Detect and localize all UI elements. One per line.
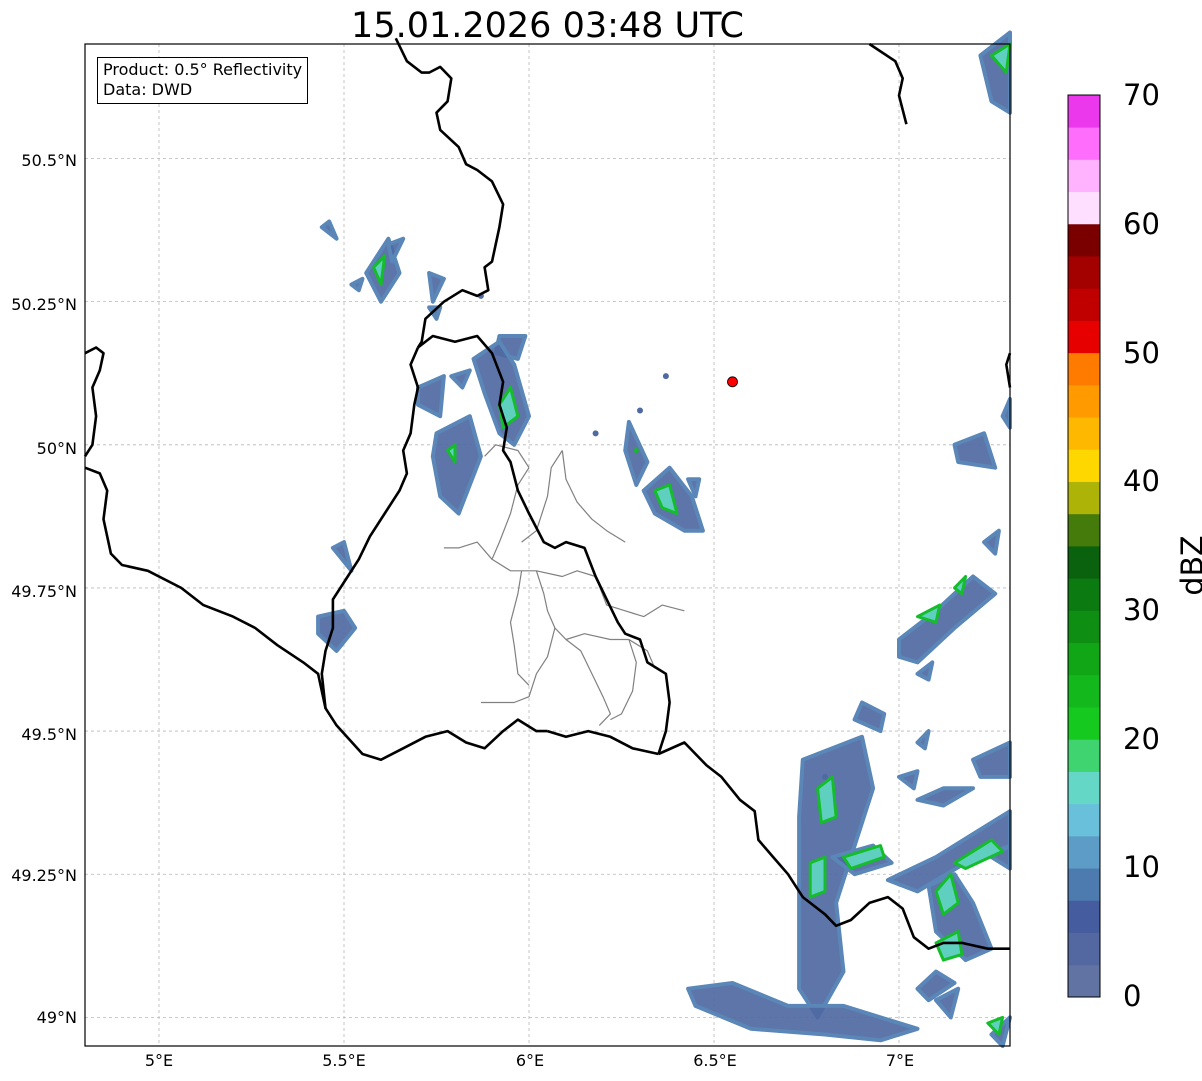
radar-echo — [319, 219, 339, 241]
colorbar-segment — [1068, 256, 1100, 289]
radar-echo — [592, 430, 599, 437]
radar-echo — [897, 574, 998, 665]
colorbar-segment — [1068, 384, 1100, 418]
colorbar-segment — [1068, 288, 1100, 321]
district-border — [521, 450, 563, 543]
colorbar-segment — [1068, 739, 1100, 772]
district-border — [491, 467, 596, 578]
colorbar-segment — [1068, 803, 1100, 837]
info-product: Product: 0.5° Reflectivity — [103, 60, 303, 79]
radar-echo-core — [633, 448, 639, 454]
colorbar — [1067, 94, 1101, 998]
colorbar-tick-label: 50 — [1123, 336, 1160, 370]
radar-echo — [915, 660, 935, 682]
colorbar-segment — [1068, 546, 1100, 579]
radar-echo — [852, 700, 887, 734]
radar-echo — [971, 740, 1012, 779]
radar-echo — [915, 786, 975, 808]
radar-echo — [897, 769, 920, 791]
lon-tick-label: 7°E — [885, 1051, 915, 1070]
colorbar-segment — [1068, 352, 1100, 386]
country-border — [547, 729, 659, 756]
radar-echo — [430, 414, 483, 516]
colorbar-segment — [1068, 320, 1100, 354]
radar-echo — [662, 373, 669, 380]
radar-site-marker — [727, 376, 738, 388]
colorbar-segment — [1068, 449, 1100, 482]
radar-echo — [427, 271, 446, 304]
colorbar-tick-label: 70 — [1123, 78, 1160, 112]
country-border — [394, 37, 505, 349]
radar-echo — [1000, 397, 1012, 430]
colorbar-segment — [1068, 835, 1100, 869]
colorbar-segment — [1068, 707, 1100, 740]
colorbar-segment — [1068, 868, 1100, 901]
colorbar-segment — [1068, 191, 1100, 225]
colorbar-segment — [1068, 642, 1100, 676]
radar-echo — [349, 276, 365, 293]
colorbar-segment — [1068, 900, 1100, 933]
colorbar-tick-label: 30 — [1123, 593, 1160, 627]
lat-tick-label: 49.75°N — [11, 582, 77, 601]
district-border — [595, 576, 685, 618]
radar-echo — [982, 528, 1001, 556]
radar-echo-core — [986, 1015, 1005, 1036]
lat-tick-label: 50.5°N — [21, 151, 77, 170]
colorbar-segment — [1068, 481, 1100, 515]
colorbar-tick-label: 10 — [1123, 850, 1160, 884]
lon-tick-label: 5.5°E — [322, 1051, 366, 1070]
colorbar-segment — [1068, 771, 1100, 805]
radar-echo — [330, 540, 354, 573]
reflectivity-echoes — [316, 30, 1012, 1048]
district-border — [480, 627, 556, 704]
lat-tick-label: 50°N — [36, 439, 77, 458]
radar-echo — [416, 374, 446, 419]
colorbar-segment — [1068, 127, 1100, 160]
colorbar-segment — [1068, 674, 1100, 708]
district-border — [561, 450, 626, 543]
country-border — [868, 42, 908, 125]
colorbar-segment — [1068, 159, 1100, 193]
district-border — [443, 541, 493, 560]
lat-tick-label: 49.5°N — [21, 725, 77, 744]
colorbar-segment — [1068, 578, 1100, 611]
radar-echo — [822, 773, 828, 780]
colorbar-tick-label: 0 — [1123, 979, 1142, 1013]
radar-echo — [637, 407, 643, 414]
lon-tick-label: 5°E — [144, 1051, 174, 1070]
radar-echo — [952, 431, 998, 470]
colorbar-segment — [1068, 964, 1100, 998]
radar-echo — [623, 419, 650, 487]
colorbar-tick-label: 40 — [1123, 464, 1160, 498]
lat-tick-label: 50.25°N — [11, 295, 77, 314]
lon-tick-label: 6°E — [515, 1051, 545, 1070]
colorbar-segment — [1068, 417, 1100, 450]
district-border — [535, 570, 629, 641]
lat-tick-label: 49°N — [36, 1008, 77, 1027]
radar-echo-core — [808, 855, 827, 899]
marker-layer — [727, 376, 738, 388]
colorbar-tick-label: 20 — [1123, 722, 1160, 756]
colorbar-segment — [1068, 223, 1100, 257]
colorbar-segment — [1068, 932, 1100, 966]
radar-echo — [386, 236, 406, 264]
radar-map — [83, 30, 1012, 1048]
district-border — [610, 639, 637, 721]
radar-echo — [316, 608, 358, 653]
district-border — [565, 639, 612, 726]
info-data-source: Data: DWD — [103, 80, 193, 99]
colorbar-segment — [1068, 610, 1100, 644]
radar-echo — [449, 368, 472, 390]
colorbar-label: dBZ — [1175, 535, 1202, 596]
radar-echo — [915, 729, 931, 751]
lon-tick-label: 6.5°E — [693, 1051, 737, 1070]
radar-echo-core — [916, 603, 942, 624]
colorbar-segment — [1068, 513, 1100, 547]
info-box: Product: 0.5° Reflectivity Data: DWD — [97, 57, 309, 104]
lat-tick-label: 49.25°N — [11, 866, 77, 885]
colorbar-segment — [1068, 95, 1100, 128]
country-border — [83, 346, 105, 458]
colorbar-tick-label: 60 — [1123, 207, 1160, 241]
